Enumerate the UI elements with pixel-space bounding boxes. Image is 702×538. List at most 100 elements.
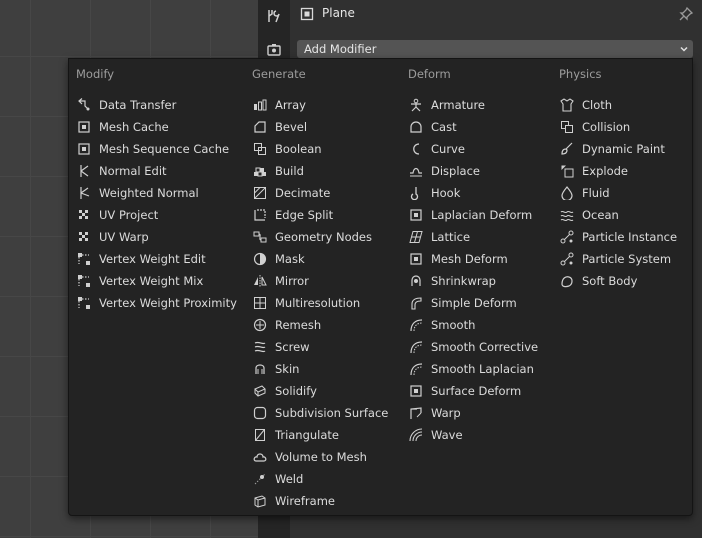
surface-deform-icon [410,385,422,397]
cast-icon [410,121,422,133]
curve-icon [413,143,420,155]
vertex-weight-proximity-icon [78,297,90,309]
menu-item-decimate[interactable]: Decimate [253,182,330,204]
laplacian-deform-icon [410,209,422,221]
menu-item-label: Data Transfer [99,98,177,112]
smooth-icon [410,319,423,332]
menu-item-curve[interactable]: Curve [409,138,465,160]
menu-item-label: Cast [431,120,457,134]
weld-icon [254,473,266,485]
smooth-corrective-icon [410,341,423,354]
menu-item-lattice[interactable]: Lattice [409,226,470,248]
menu-item-label: Vertex Weight Proximity [99,296,237,310]
remesh-icon [253,318,267,332]
add-modifier-dropdown[interactable]: Add Modifier [297,40,693,58]
menu-item-label: Mesh Cache [99,120,169,134]
menu-item-vertex-weight-proximity[interactable]: Vertex Weight Proximity [77,292,237,314]
menu-item-hook[interactable]: Hook [409,182,460,204]
data-transfer-icon [78,98,90,111]
menu-item-ocean[interactable]: Ocean [560,204,619,226]
menu-item-particle-instance[interactable]: Particle Instance [560,226,677,248]
menu-item-screw[interactable]: Screw [253,336,310,358]
menu-item-vertex-weight-mix[interactable]: Vertex Weight Mix [77,270,203,292]
menu-item-array[interactable]: Array [253,94,306,116]
menu-item-edge-split[interactable]: Edge Split [253,204,333,226]
menu-item-mask[interactable]: Mask [253,248,305,270]
menu-item-wave[interactable]: Wave [409,424,463,446]
armature-icon [411,98,421,112]
menu-item-label: Wireframe [275,494,335,508]
menu-item-laplacian-deform[interactable]: Laplacian Deform [409,204,532,226]
collision-icon [561,121,573,133]
menu-item-normal-edit[interactable]: Normal Edit [77,160,167,182]
menu-item-mirror[interactable]: Mirror [253,270,309,292]
warp-icon [410,407,422,419]
menu-item-weighted-normal[interactable]: Weighted Normal [77,182,199,204]
menu-item-multiresolution[interactable]: Multiresolution [253,292,360,314]
menu-item-collision[interactable]: Collision [560,116,630,138]
menu-item-label: Smooth [431,318,476,332]
menu-item-label: Decimate [275,186,331,200]
menu-item-weld[interactable]: Weld [253,468,303,490]
menu-item-label: Mesh Deform [431,252,508,266]
chevron-down-icon [680,46,688,52]
menu-item-volume-to-mesh[interactable]: Volume to Mesh [253,446,367,468]
menu-item-uv-warp[interactable]: UV Warp [77,226,149,248]
menu-item-displace[interactable]: Displace [409,160,480,182]
menu-item-simple-deform[interactable]: Simple Deform [409,292,517,314]
menu-item-label: Vertex Weight Mix [99,274,204,288]
menu-item-build[interactable]: Build [253,160,304,182]
menu-item-label: Explode [582,164,628,178]
menu-item-wireframe[interactable]: Wireframe [253,490,335,512]
menu-item-label: Skin [275,362,300,376]
vertex-weight-mix-icon [78,275,90,287]
array-icon [254,99,267,111]
skin-icon [255,364,265,374]
menu-item-smooth[interactable]: Smooth [409,314,475,336]
menu-item-dynamic-paint[interactable]: Dynamic Paint [560,138,665,160]
object-data-icon [300,7,314,21]
menu-item-skin[interactable]: Skin [253,358,299,380]
menu-item-label: UV Project [99,208,159,222]
menu-item-label: Dynamic Paint [582,142,665,156]
build-icon [254,167,266,177]
menu-item-shrinkwrap[interactable]: Shrinkwrap [409,270,496,292]
menu-item-geometry-nodes[interactable]: Geometry Nodes [253,226,372,248]
menu-item-data-transfer[interactable]: Data Transfer [77,94,176,116]
add-modifier-label: Add Modifier [304,42,377,56]
dynamic-paint-icon [561,142,573,155]
menu-item-fluid[interactable]: Fluid [560,182,610,204]
menu-item-bevel[interactable]: Bevel [253,116,307,138]
menu-item-label: Smooth Corrective [431,340,539,354]
menu-item-explode[interactable]: Explode [560,160,628,182]
menu-item-uv-project[interactable]: UV Project [77,204,158,226]
menu-item-warp[interactable]: Warp [409,402,461,424]
menu-item-label: Hook [431,186,461,200]
menu-item-solidify[interactable]: Solidify [253,380,317,402]
mask-icon [253,252,267,266]
menu-item-remesh[interactable]: Remesh [253,314,321,336]
menu-item-label: UV Warp [99,230,149,244]
menu-item-smooth-laplacian[interactable]: Smooth Laplacian [409,358,534,380]
menu-item-smooth-corrective[interactable]: Smooth Corrective [409,336,538,358]
cloth-icon [560,98,574,112]
menu-item-vertex-weight-edit[interactable]: Vertex Weight Edit [77,248,206,270]
menu-item-surface-deform[interactable]: Surface Deform [409,380,521,402]
menu-item-mesh-sequence-cache[interactable]: Mesh Sequence Cache [77,138,229,160]
menu-item-mesh-deform[interactable]: Mesh Deform [409,248,508,270]
column-heading-physics: Physics [559,67,602,81]
particle-system-icon [560,252,574,266]
tool-tab[interactable] [262,4,286,28]
menu-item-label: Particle System [582,252,672,266]
menu-item-boolean[interactable]: Boolean [253,138,322,160]
menu-item-soft-body[interactable]: Soft Body [560,270,637,292]
menu-item-cast[interactable]: Cast [409,116,457,138]
pin-icon[interactable] [678,6,694,22]
menu-item-cloth[interactable]: Cloth [560,94,612,116]
menu-item-subdivision-surface[interactable]: Subdivision Surface [253,402,388,424]
menu-item-armature[interactable]: Armature [409,94,485,116]
menu-item-mesh-cache[interactable]: Mesh Cache [77,116,169,138]
menu-item-label: Multiresolution [275,296,361,310]
menu-item-particle-system[interactable]: Particle System [560,248,671,270]
menu-item-triangulate[interactable]: Triangulate [253,424,339,446]
